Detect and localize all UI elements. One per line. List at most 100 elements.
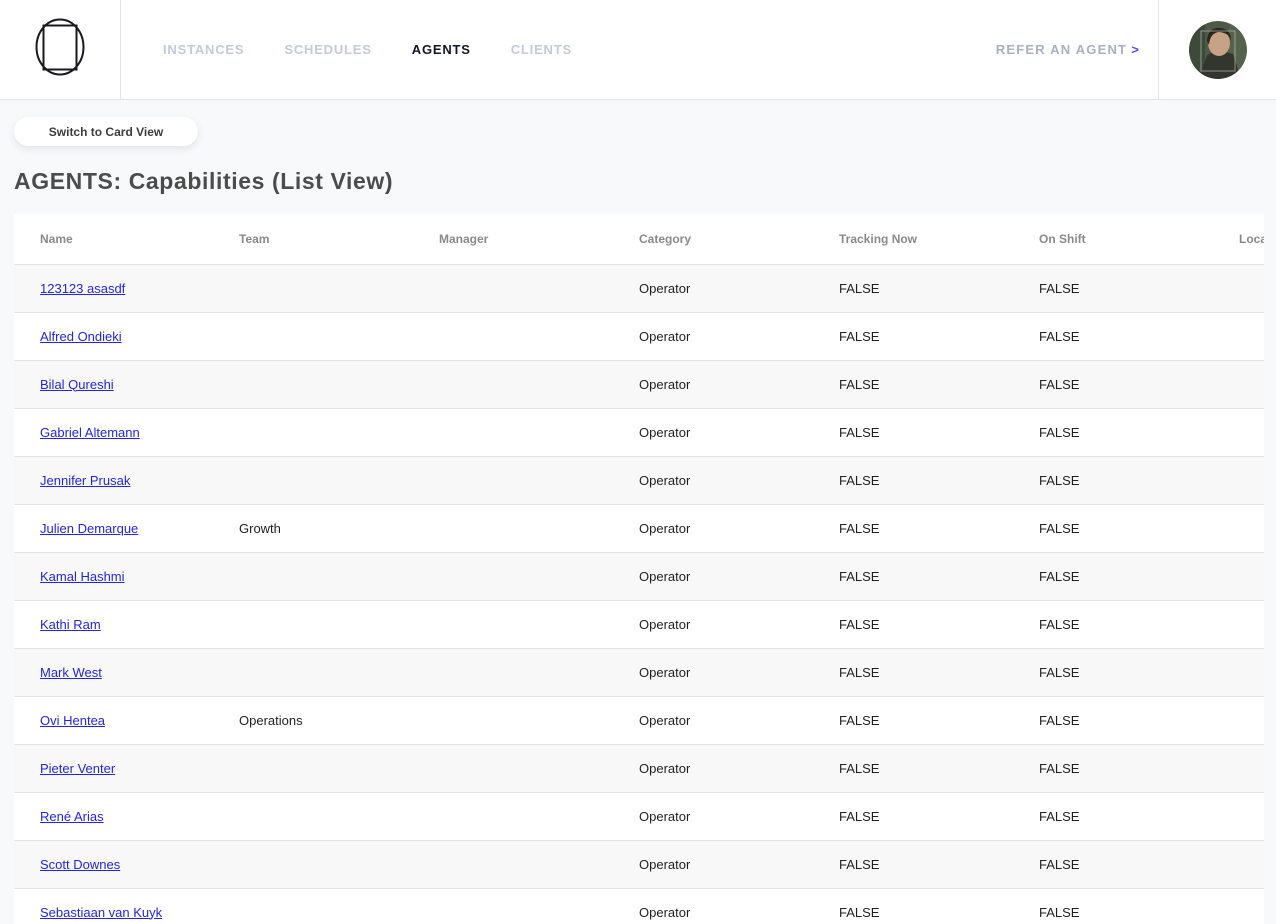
cell-team	[213, 792, 413, 841]
cell-manager	[413, 600, 613, 649]
cell-location	[1213, 792, 1264, 841]
cell-team	[213, 312, 413, 361]
table-row: Kamal Hashmi Operator FALSE FALSE	[14, 552, 1264, 601]
cell-name: Sebastiaan van Kuyk	[14, 888, 213, 924]
cell-manager	[413, 504, 613, 553]
cell-team	[213, 888, 413, 924]
agent-name-link[interactable]: Bilal Qureshi	[40, 377, 114, 392]
cell-on-shift: FALSE	[1013, 600, 1213, 649]
column-header-manager: Manager	[413, 214, 613, 265]
cell-manager	[413, 456, 613, 505]
cell-name: Julien Demarque	[14, 504, 213, 553]
chevron-right-icon: >	[1131, 42, 1140, 57]
cell-name: René Arias	[14, 792, 213, 841]
cell-manager	[413, 312, 613, 361]
agent-name-link[interactable]: Ovi Hentea	[40, 713, 105, 728]
table-row: Bilal Qureshi Operator FALSE FALSE	[14, 360, 1264, 409]
cell-name: Bilal Qureshi	[14, 360, 213, 409]
refer-an-agent-label: REFER AN AGENT	[995, 42, 1128, 57]
column-header-team: Team	[213, 214, 413, 265]
nav-tab-agents[interactable]: AGENTS	[412, 42, 471, 57]
cell-on-shift: FALSE	[1013, 744, 1213, 793]
user-avatar-section	[1158, 0, 1276, 99]
cell-manager	[413, 888, 613, 924]
cell-tracking-now: FALSE	[813, 264, 1013, 313]
cell-tracking-now: FALSE	[813, 456, 1013, 505]
agent-name-link[interactable]: Gabriel Altemann	[40, 425, 140, 440]
table-row: Kathi Ram Operator FALSE FALSE	[14, 600, 1264, 649]
agent-name-link[interactable]: René Arias	[40, 809, 104, 824]
cell-team: Operations	[213, 696, 413, 745]
nav-tab-clients[interactable]: CLIENTS	[511, 42, 572, 57]
cell-name: Mark West	[14, 648, 213, 697]
cell-location	[1213, 648, 1264, 697]
agent-name-link[interactable]: Kathi Ram	[40, 617, 101, 632]
cell-team	[213, 648, 413, 697]
agent-name-link[interactable]: Sebastiaan van Kuyk	[40, 905, 162, 920]
cell-tracking-now: FALSE	[813, 744, 1013, 793]
cell-category: Operator	[613, 264, 813, 313]
cell-location	[1213, 312, 1264, 361]
cell-name: Jennifer Prusak	[14, 456, 213, 505]
cell-on-shift: FALSE	[1013, 456, 1213, 505]
cell-category: Operator	[613, 600, 813, 649]
cell-category: Operator	[613, 408, 813, 457]
table-header: Name Team Manager Category Tracking Now On Sh…	[14, 214, 1264, 265]
cell-category: Operator	[613, 552, 813, 601]
avatar[interactable]	[1188, 20, 1247, 79]
agent-name-link[interactable]: Scott Downes	[40, 857, 120, 872]
cell-name: Ovi Hentea	[14, 696, 213, 745]
refer-an-agent-link[interactable]: REFER AN AGENT >	[996, 42, 1140, 57]
cell-name: Pieter Venter	[14, 744, 213, 793]
cell-name: Alfred Ondieki	[14, 312, 213, 361]
cell-manager	[413, 264, 613, 313]
switch-to-card-view-button[interactable]: Switch to Card View	[14, 117, 198, 146]
cell-team	[213, 552, 413, 601]
cell-team	[213, 840, 413, 889]
agent-name-link[interactable]: Pieter Venter	[40, 761, 115, 776]
cell-location	[1213, 408, 1264, 457]
cell-category: Operator	[613, 888, 813, 924]
cell-team	[213, 456, 413, 505]
cell-category: Operator	[613, 648, 813, 697]
cell-team	[213, 264, 413, 313]
table-row: Alfred Ondieki Operator FALSE FALSE	[14, 312, 1264, 361]
app-logo[interactable]	[0, 0, 121, 99]
cell-manager	[413, 360, 613, 409]
cell-location	[1213, 456, 1264, 505]
agent-name-link[interactable]: Jennifer Prusak	[40, 473, 130, 488]
cell-name: 123123 asasdf	[14, 264, 213, 313]
cell-category: Operator	[613, 360, 813, 409]
nav-tab-schedules[interactable]: SCHEDULES	[284, 42, 371, 57]
cell-team	[213, 744, 413, 793]
cell-category: Operator	[613, 312, 813, 361]
cell-name: Scott Downes	[14, 840, 213, 889]
cell-category: Operator	[613, 792, 813, 841]
cell-manager	[413, 744, 613, 793]
agents-table-card: Name Team Manager Category Tracking Now On Sh…	[14, 214, 1264, 924]
cell-location	[1213, 552, 1264, 601]
cell-team	[213, 360, 413, 409]
cell-tracking-now: FALSE	[813, 648, 1013, 697]
agent-name-link[interactable]: Alfred Ondieki	[40, 329, 122, 344]
cell-on-shift: FALSE	[1013, 264, 1213, 313]
cell-tracking-now: FALSE	[813, 360, 1013, 409]
agent-name-link[interactable]: Mark West	[40, 665, 102, 680]
column-header-tracking-now: Tracking Now	[813, 214, 1013, 265]
cell-category: Operator	[613, 744, 813, 793]
agent-name-link[interactable]: Kamal Hashmi	[40, 569, 125, 584]
agent-name-link[interactable]: Julien Demarque	[40, 521, 138, 536]
cell-name: Kathi Ram	[14, 600, 213, 649]
cell-on-shift: FALSE	[1013, 504, 1213, 553]
cell-on-shift: FALSE	[1013, 792, 1213, 841]
column-header-category: Category	[613, 214, 813, 265]
table-row: Sebastiaan van Kuyk Operator FALSE FALSE	[14, 888, 1264, 924]
agent-name-link[interactable]: 123123 asasdf	[40, 281, 125, 296]
cell-manager	[413, 648, 613, 697]
nav-tab-instances[interactable]: INSTANCES	[163, 42, 244, 57]
table-row: Pieter Venter Operator FALSE FALSE	[14, 744, 1264, 793]
cell-team	[213, 600, 413, 649]
cell-manager	[413, 696, 613, 745]
cell-on-shift: FALSE	[1013, 888, 1213, 924]
cell-location	[1213, 264, 1264, 313]
